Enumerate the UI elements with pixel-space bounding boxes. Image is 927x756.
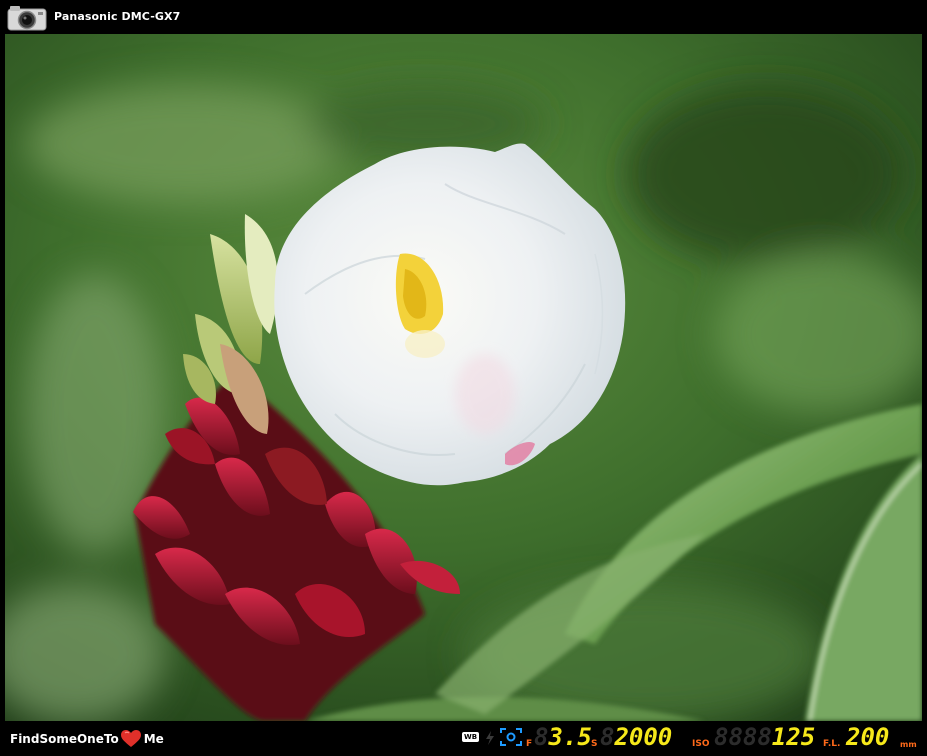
camera-model: Panasonic DMC-GX7 <box>54 10 181 23</box>
exif-panel: WB F 83.5 S 82000 ISO 8888125 F.L. 200 m… <box>462 725 922 753</box>
aperture-label: F <box>526 739 533 749</box>
brand: FindSomeOneTo Me <box>10 730 164 748</box>
brand-prefix: FindSomeOneTo <box>10 732 119 746</box>
photo <box>5 34 922 721</box>
brand-suffix: Me <box>143 732 164 746</box>
heart-icon <box>120 730 141 747</box>
flower-photo <box>5 34 922 721</box>
shutter-ghost: 8 <box>600 723 615 751</box>
aperture-readout: 83.5 <box>534 725 592 749</box>
aperture-ghost: 8 <box>534 723 549 751</box>
flash-icon <box>486 731 494 745</box>
shutter-label: S <box>591 739 598 749</box>
iso-value: 125 <box>771 723 816 751</box>
iso-ghost: 8888 <box>714 723 772 751</box>
focal-length-readout: 200 <box>846 725 889 749</box>
iso-readout: 8888125 <box>714 725 815 749</box>
camera-icon <box>7 6 47 31</box>
aperture-value: 3.5 <box>548 723 592 751</box>
focal-length-unit: mm <box>900 740 917 749</box>
shutter-value: 2000 <box>614 723 673 751</box>
white-balance-badge: WB <box>462 732 480 742</box>
focal-length-label: F.L. <box>823 739 841 749</box>
focal-length-value: 200 <box>846 723 890 751</box>
bottom-bar: FindSomeOneTo Me WB F 83.5 S 82000 ISO 8… <box>0 721 927 756</box>
shutter-readout: 82000 <box>600 725 672 749</box>
top-bar: Panasonic DMC-GX7 <box>0 0 927 34</box>
metering-icon <box>500 728 522 746</box>
iso-label: ISO <box>692 739 710 749</box>
